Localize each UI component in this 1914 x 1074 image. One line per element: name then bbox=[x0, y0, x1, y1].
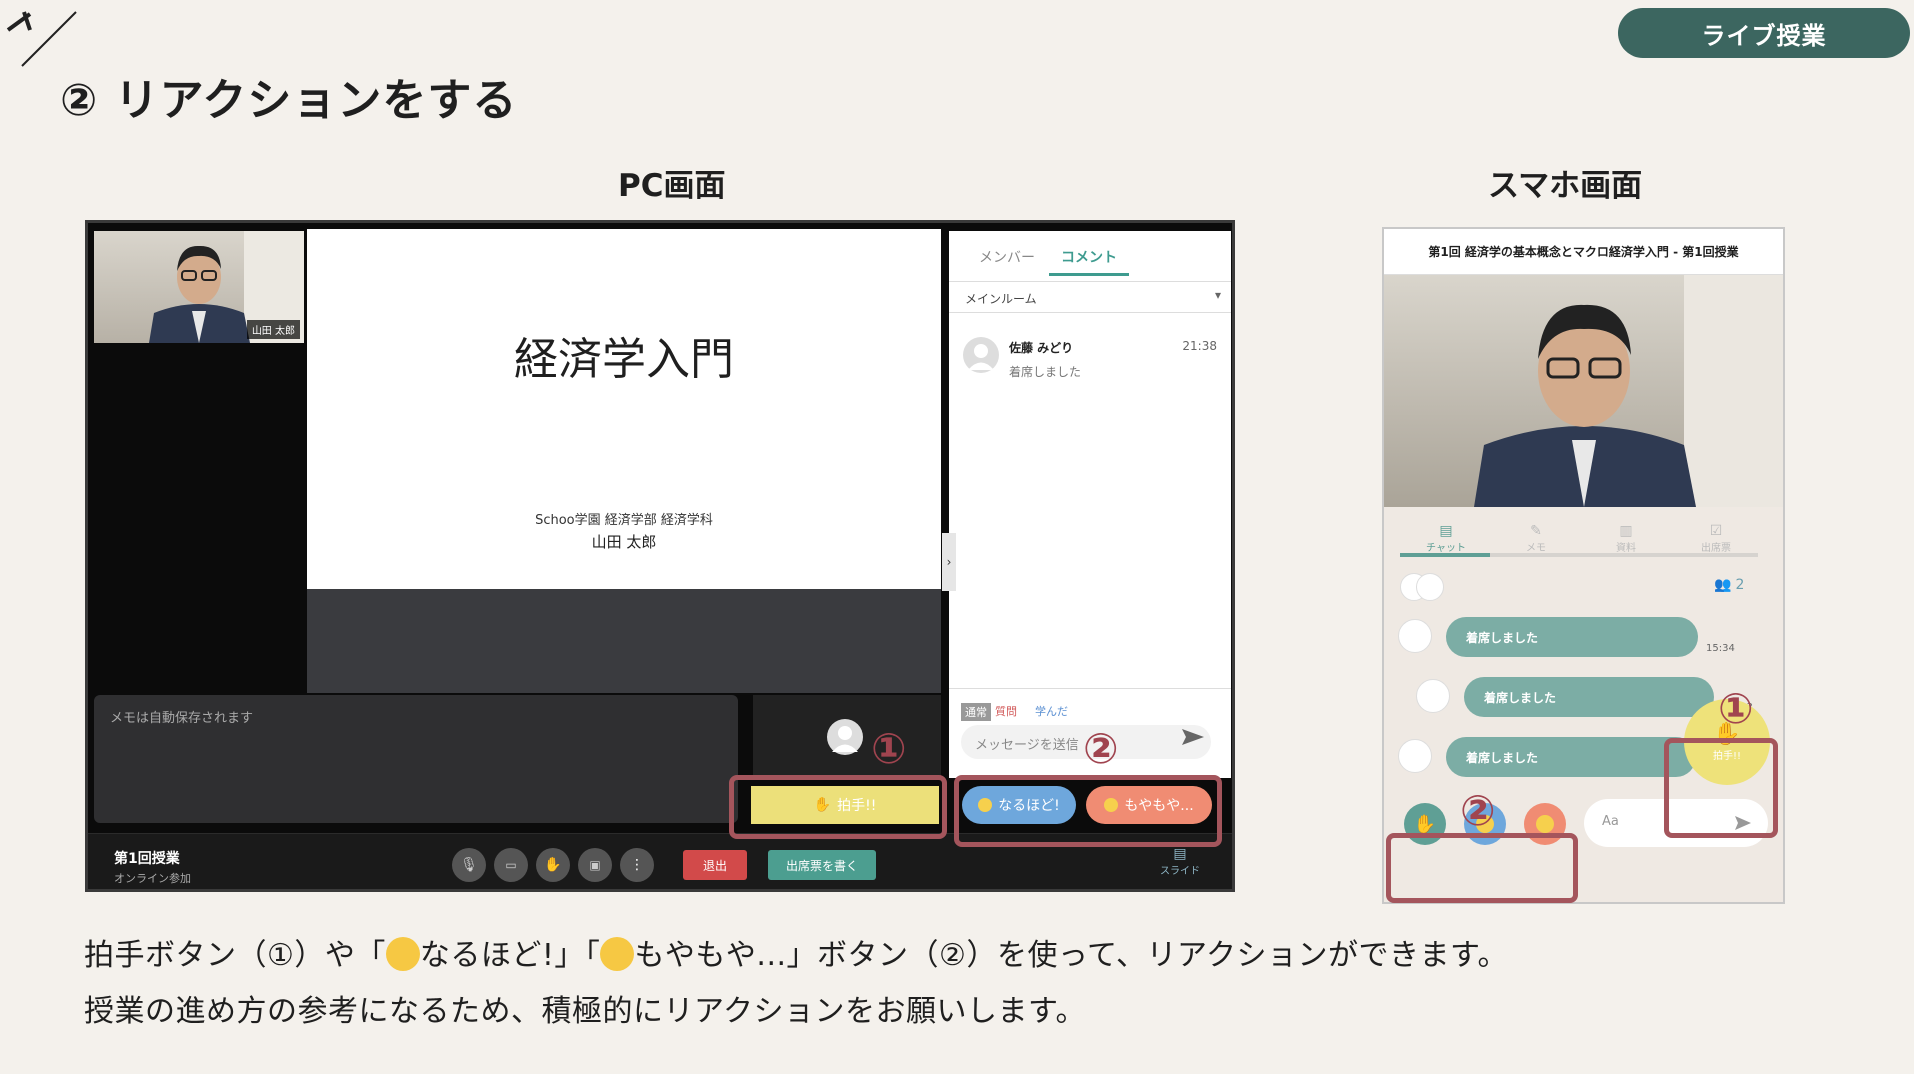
chat-bubble: 着席しました bbox=[1464, 677, 1714, 717]
clap-highlight bbox=[729, 775, 947, 839]
mark-1: ① bbox=[871, 724, 907, 773]
tab-memo[interactable]: ✎ メモ bbox=[1500, 523, 1572, 554]
camera-button[interactable]: ▭ bbox=[494, 848, 528, 882]
mark-2: ② bbox=[1083, 724, 1119, 773]
screen-share-button[interactable]: ▣ bbox=[578, 848, 612, 882]
class-title: 第1回授業 bbox=[114, 851, 180, 867]
hand-icon: ✋ bbox=[1413, 813, 1437, 835]
teacher-portrait-icon bbox=[1474, 275, 1783, 507]
frown-emoji-icon bbox=[1536, 815, 1554, 833]
caption-part-c: もやもや...」ボタン（②）を使って、リアクションができます。 bbox=[634, 938, 1508, 973]
phone-mark-1: ① bbox=[1718, 684, 1754, 733]
comment-time: 21:38 bbox=[1182, 339, 1217, 353]
screen-icon: ▣ bbox=[589, 858, 601, 872]
frown-emoji-icon bbox=[600, 937, 635, 971]
chevron-down-icon: ▾ bbox=[1214, 288, 1221, 302]
hand-icon: ✋ bbox=[544, 857, 562, 873]
materials-icon: ▥ bbox=[1619, 523, 1633, 539]
send-icon[interactable] bbox=[1181, 727, 1205, 747]
pc-screen-label: PC画面 bbox=[618, 168, 726, 204]
people-icon: 👥 bbox=[1714, 577, 1732, 593]
slide-title: 経済学入門 bbox=[514, 334, 734, 385]
slide-affiliation: Schoo学園 経済学部 経済学科 bbox=[535, 513, 713, 528]
panel-expand-button[interactable]: › bbox=[942, 533, 956, 591]
mic-off-icon: 🎙 bbox=[460, 857, 478, 873]
smile-emoji-icon bbox=[385, 937, 420, 971]
attendance-button[interactable]: 出席票を書く bbox=[768, 850, 876, 880]
mic-button[interactable]: 🎙 bbox=[452, 848, 486, 882]
slide-author: 山田 太郎 bbox=[591, 533, 657, 551]
memo-icon: ✎ bbox=[1530, 523, 1542, 539]
lecture-slide: 経済学入門 Schoo学園 経済学部 経済学科 山田 太郎 bbox=[307, 229, 941, 589]
avatar bbox=[963, 337, 999, 373]
avatar bbox=[1398, 619, 1432, 653]
camera-off-icon: ▭ bbox=[505, 858, 517, 872]
avatar bbox=[1416, 679, 1450, 713]
tab-chat-label: チャット bbox=[1426, 543, 1466, 554]
comment-author: 佐藤 みどり bbox=[1009, 341, 1074, 355]
tab-chat[interactable]: ▤ チャット bbox=[1410, 523, 1482, 554]
tab-materials-label: 資料 bbox=[1616, 543, 1636, 554]
avatar bbox=[1416, 573, 1444, 601]
message-placeholder: メッセージを送信 bbox=[975, 738, 1079, 753]
phone-clap-highlight bbox=[1664, 738, 1778, 838]
tab-memo-label: メモ bbox=[1526, 543, 1546, 554]
corner-slash-icon bbox=[6, 11, 77, 67]
live-class-badge: ライブ授業 bbox=[1618, 8, 1910, 58]
phone-mark-2: ② bbox=[1460, 786, 1496, 835]
phone-input-placeholder: Aa bbox=[1602, 814, 1619, 829]
slide-area-footer bbox=[307, 589, 941, 693]
tab-comments[interactable]: コメント bbox=[1061, 247, 1117, 267]
tab-attendance-label: 出席票 bbox=[1701, 543, 1731, 554]
phone-reaction-highlight bbox=[1386, 833, 1578, 903]
memo-area[interactable]: メモは自動保存されます bbox=[94, 695, 738, 823]
camera-name-tag: 山田 太郎 bbox=[246, 320, 300, 339]
chat-bubble: 着席しました bbox=[1446, 617, 1698, 657]
more-icon: ⋮ bbox=[630, 857, 644, 873]
raise-hand-button[interactable]: ✋ bbox=[536, 848, 570, 882]
avatar bbox=[827, 719, 863, 755]
room-label: メインルーム bbox=[965, 292, 1037, 306]
caption-line-1: 拍手ボタン（①）や「 なるほど!」「 もやもや...」ボタン（②）を使って、リアクシ… bbox=[84, 930, 1508, 974]
tab-bar-active bbox=[1400, 553, 1490, 557]
comment-panel: メンバー コメント メインルーム ▾ 佐藤 みどり 21:38 着席しました bbox=[949, 231, 1231, 703]
tag-learned[interactable]: 学んだ bbox=[1035, 703, 1068, 719]
slide-label: スライド bbox=[1160, 866, 1200, 877]
chat-icon: ▤ bbox=[1439, 523, 1453, 539]
slide-icon: ▤ bbox=[1173, 846, 1187, 862]
caption-line-2: 授業の進め方の参考になるため、積極的にリアクションをお願いします。 bbox=[84, 994, 1086, 1029]
chat-time: 15:34 bbox=[1706, 643, 1735, 654]
attendance-icon: ☑ bbox=[1709, 523, 1723, 539]
tab-materials[interactable]: ▥ 資料 bbox=[1590, 523, 1662, 554]
page-title: ② リアクションをする bbox=[60, 75, 518, 126]
phone-header: 第1回 経済学の基本概念とマクロ経済学入門 - 第1回授業 bbox=[1384, 229, 1783, 275]
chat-bubble: 着席しました bbox=[1446, 737, 1696, 777]
tab-underline bbox=[1049, 273, 1129, 276]
participant-tile bbox=[753, 695, 941, 779]
phone-screen-label: スマホ画面 bbox=[1488, 168, 1643, 204]
teacher-camera: 山田 太郎 bbox=[94, 231, 304, 343]
caption-part-a: 拍手ボタン（①）や「 bbox=[84, 938, 386, 973]
tag-question[interactable]: 質問 bbox=[995, 703, 1017, 719]
reaction-highlight bbox=[954, 775, 1222, 847]
more-button[interactable]: ⋮ bbox=[620, 848, 654, 882]
exit-button[interactable]: 退出 bbox=[683, 850, 747, 880]
room-selector[interactable]: メインルーム ▾ bbox=[949, 281, 1231, 313]
tab-attendance[interactable]: ☑ 出席票 bbox=[1680, 523, 1752, 554]
slide-toggle[interactable]: ▤ スライド bbox=[1160, 846, 1200, 877]
memo-placeholder: メモは自動保存されます bbox=[110, 711, 254, 726]
phone-video bbox=[1384, 275, 1783, 507]
member-count[interactable]: 👥 2 bbox=[1714, 577, 1744, 593]
tag-normal[interactable]: 通常 bbox=[961, 703, 991, 721]
member-count-value: 2 bbox=[1735, 577, 1745, 593]
caption-part-b: なるほど!」「 bbox=[419, 938, 601, 973]
class-subtitle: オンライン参加 bbox=[114, 872, 191, 885]
comment-message: 着席しました bbox=[1009, 365, 1082, 379]
tab-members[interactable]: メンバー bbox=[979, 247, 1035, 267]
avatar bbox=[1398, 739, 1432, 773]
